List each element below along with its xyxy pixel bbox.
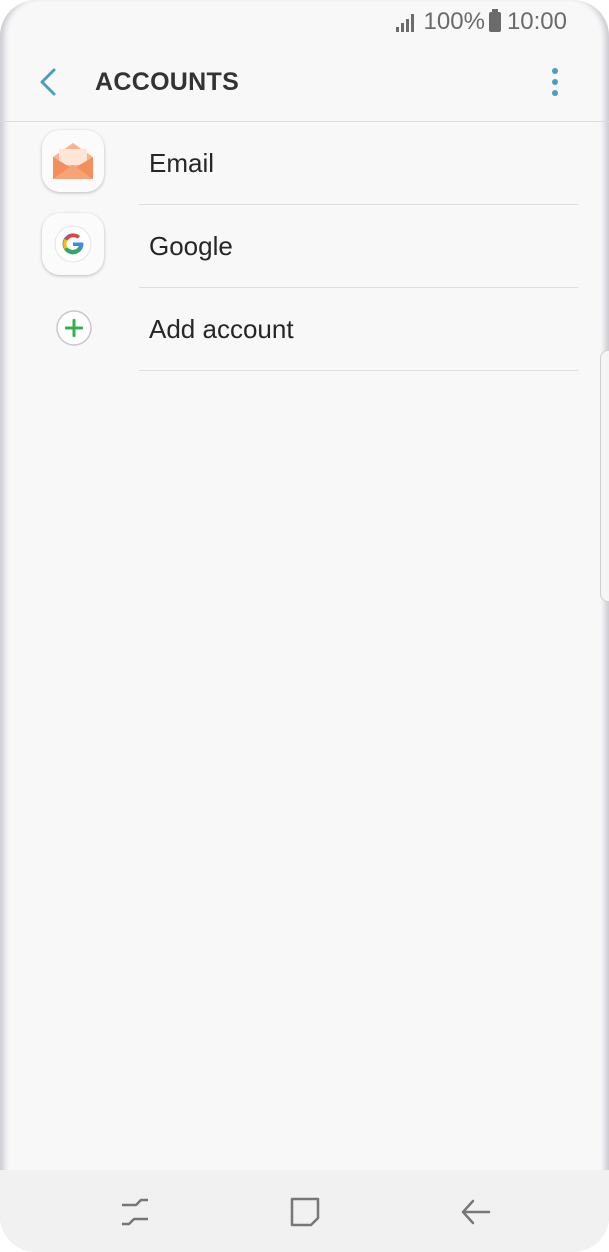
more-vert-icon[interactable] bbox=[541, 66, 569, 102]
edge-handle[interactable] bbox=[600, 350, 609, 602]
add-account-item[interactable]: Add account bbox=[0, 288, 609, 371]
google-g-icon bbox=[54, 225, 92, 263]
signal-icon bbox=[395, 14, 414, 32]
account-item-email[interactable]: Email bbox=[0, 122, 609, 205]
device-frame: 100% 10:00 ACCOUNTS Email Google Add acc… bbox=[0, 0, 609, 1252]
recent-apps-icon[interactable] bbox=[115, 1192, 155, 1232]
back-arrow-icon[interactable] bbox=[30, 62, 70, 102]
battery-icon bbox=[488, 9, 501, 32]
navigation-bar bbox=[0, 1170, 609, 1252]
home-icon[interactable] bbox=[285, 1192, 325, 1232]
clock: 10:00 bbox=[506, 8, 567, 35]
account-label: Google bbox=[149, 231, 233, 261]
account-label: Email bbox=[149, 148, 215, 178]
battery-percent: 100% bbox=[423, 8, 485, 35]
back-icon[interactable] bbox=[455, 1192, 495, 1232]
app-bar: ACCOUNTS bbox=[0, 44, 609, 122]
account-item-google[interactable]: Google bbox=[0, 205, 609, 288]
account-label: Add account bbox=[149, 314, 294, 344]
status-bar: 100% 10:00 bbox=[0, 0, 609, 44]
google-app-tile bbox=[42, 213, 106, 277]
add-account-icon-wrap bbox=[42, 296, 106, 360]
add-circle-icon bbox=[56, 310, 92, 346]
accounts-list: Email Google Add account bbox=[0, 122, 609, 371]
email-app-tile bbox=[42, 130, 106, 194]
email-envelope-icon bbox=[53, 143, 93, 179]
page-title: ACCOUNTS bbox=[95, 68, 240, 96]
divider bbox=[139, 370, 578, 371]
